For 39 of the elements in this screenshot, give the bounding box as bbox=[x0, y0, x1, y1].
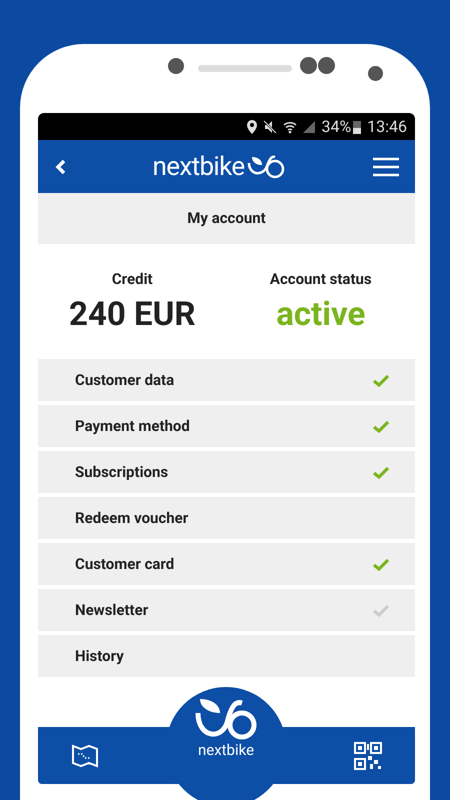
item-label: Customer card bbox=[75, 554, 174, 575]
page-title: My account bbox=[187, 208, 266, 230]
speaker-icon bbox=[198, 65, 292, 72]
item-label: Customer data bbox=[75, 370, 174, 391]
account-menu-item[interactable]: History bbox=[38, 635, 415, 677]
qr-code-icon[interactable] bbox=[354, 742, 382, 770]
item-label: Subscriptions bbox=[75, 462, 168, 483]
logo-text: nextbike bbox=[198, 743, 254, 758]
account-menu-item[interactable]: Customer data bbox=[38, 359, 415, 401]
account-menu-item[interactable]: Customer card bbox=[38, 543, 415, 585]
credit-amount: 240 EUR bbox=[69, 294, 196, 336]
item-label: Payment method bbox=[75, 416, 190, 437]
sensor-icon bbox=[300, 57, 317, 74]
back-icon[interactable] bbox=[54, 158, 66, 174]
wifi-icon bbox=[283, 120, 298, 134]
camera-icon bbox=[368, 66, 383, 81]
location-icon bbox=[247, 120, 258, 134]
account-menu-item[interactable]: Subscriptions bbox=[38, 451, 415, 493]
summary-label: Credit bbox=[112, 268, 153, 290]
menu-icon[interactable] bbox=[372, 156, 399, 176]
battery-icon bbox=[353, 120, 362, 134]
bike-logo-icon[interactable] bbox=[194, 697, 258, 741]
item-label: Redeem voucher bbox=[75, 508, 188, 529]
logo-text: nextbike bbox=[152, 154, 244, 180]
account-menu-item[interactable]: Payment method bbox=[38, 405, 415, 447]
item-label: History bbox=[75, 646, 124, 667]
account-status: active bbox=[276, 294, 366, 336]
sensor-icon bbox=[318, 57, 335, 74]
summary-label: Account status bbox=[270, 268, 372, 290]
item-label: Newsletter bbox=[75, 600, 148, 621]
account-menu-item[interactable]: Redeem voucher bbox=[38, 497, 415, 539]
signal-icon bbox=[303, 120, 316, 132]
map-icon[interactable] bbox=[71, 743, 99, 769]
account-menu-item[interactable]: Newsletter bbox=[38, 589, 415, 631]
battery-percent: 34% bbox=[321, 116, 352, 138]
mute-icon bbox=[263, 120, 278, 134]
clock: 13:46 bbox=[367, 116, 407, 138]
bike-logo-icon bbox=[246, 154, 286, 178]
sensor-icon bbox=[168, 58, 184, 74]
